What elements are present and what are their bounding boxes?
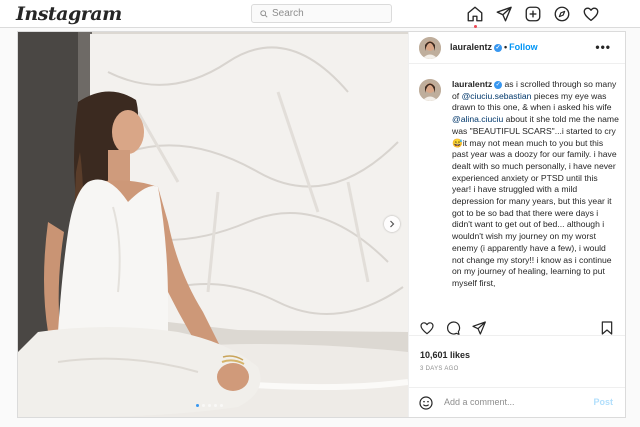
like-heart-icon[interactable]: [419, 320, 435, 336]
activity-heart-icon[interactable]: [582, 5, 600, 23]
top-navigation-bar: Instagram Search: [0, 0, 640, 28]
active-nav-indicator: [474, 25, 477, 28]
avatar[interactable]: [419, 37, 441, 59]
new-post-icon[interactable]: [524, 5, 542, 23]
emoji-icon[interactable]: [418, 395, 434, 411]
caption-mention[interactable]: @alina.ciuciu: [452, 114, 503, 124]
carousel-dot: [220, 404, 223, 407]
post-header: lauralentz ✓ • Follow •••: [409, 32, 625, 64]
likes-count[interactable]: 10,601 likes: [420, 350, 470, 360]
instagram-logo[interactable]: Instagram: [16, 3, 122, 25]
carousel-dot: [202, 404, 205, 407]
caption-mention[interactable]: @ciuciu.sebastian: [462, 91, 532, 101]
post-card: lauralentz ✓ • Follow ••• lauralentz ✓ as i …: [17, 31, 626, 418]
post-timestamp[interactable]: 3 DAYS AGO: [420, 366, 459, 372]
carousel-dot: [208, 404, 211, 407]
search-placeholder: Search: [272, 8, 304, 19]
caption-text: about it she told me the name was "BEAUT…: [452, 114, 619, 288]
post-image: [18, 32, 408, 417]
search-input[interactable]: Search: [251, 4, 392, 23]
separator-dot: •: [504, 42, 508, 52]
chevron-right-icon: [390, 220, 395, 228]
save-bookmark-icon[interactable]: [599, 320, 615, 336]
post-caption: lauralentz ✓ as i scrolled through so man…: [452, 79, 619, 290]
search-icon: [260, 9, 268, 18]
direct-message-icon[interactable]: [495, 5, 513, 23]
caption-section: lauralentz ✓ as i scrolled through so man…: [409, 65, 625, 335]
carousel-dot: [214, 404, 217, 407]
verified-badge-icon: ✓: [494, 43, 503, 52]
carousel-dot: [196, 404, 199, 407]
caption-username[interactable]: lauralentz: [452, 79, 492, 89]
post-sidebar: lauralentz ✓ • Follow ••• lauralentz ✓ as i …: [408, 32, 625, 417]
comment-icon[interactable]: [445, 320, 461, 336]
verified-badge-icon: ✓: [494, 80, 503, 89]
avatar[interactable]: [419, 79, 441, 101]
carousel-indicator: [196, 404, 223, 407]
carousel-next-button[interactable]: [384, 216, 400, 232]
follow-button[interactable]: Follow: [509, 42, 538, 52]
comment-bar: Post: [409, 387, 625, 417]
more-options-icon[interactable]: •••: [595, 40, 611, 54]
post-comment-button[interactable]: Post: [593, 397, 613, 407]
comment-input[interactable]: [444, 393, 584, 411]
explore-icon[interactable]: [553, 5, 571, 23]
post-author-username[interactable]: lauralentz: [450, 42, 492, 52]
post-photo[interactable]: [18, 32, 408, 417]
share-icon[interactable]: [471, 320, 487, 336]
post-actions: [419, 320, 619, 338]
home-icon[interactable]: [466, 5, 484, 23]
